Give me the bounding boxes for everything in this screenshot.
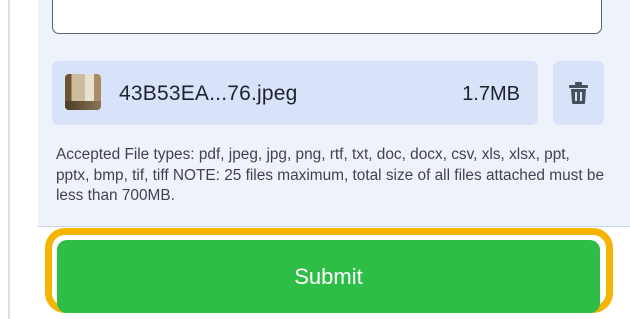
accepted-file-types-note: Accepted File types: pdf, jpeg, jpg, png… — [56, 146, 605, 204]
image-thumbnail-icon — [65, 74, 101, 110]
trash-icon — [569, 82, 588, 104]
delete-file-button[interactable] — [553, 61, 604, 125]
attached-file-row: 43B53EA...76.jpeg 1.7MB — [52, 61, 538, 125]
file-size: 1.7MB — [462, 83, 520, 105]
submit-button[interactable]: Submit — [57, 240, 600, 313]
page-divider — [8, 0, 10, 319]
file-name: 43B53EA...76.jpeg — [119, 82, 298, 105]
message-textarea[interactable] — [52, 0, 602, 34]
